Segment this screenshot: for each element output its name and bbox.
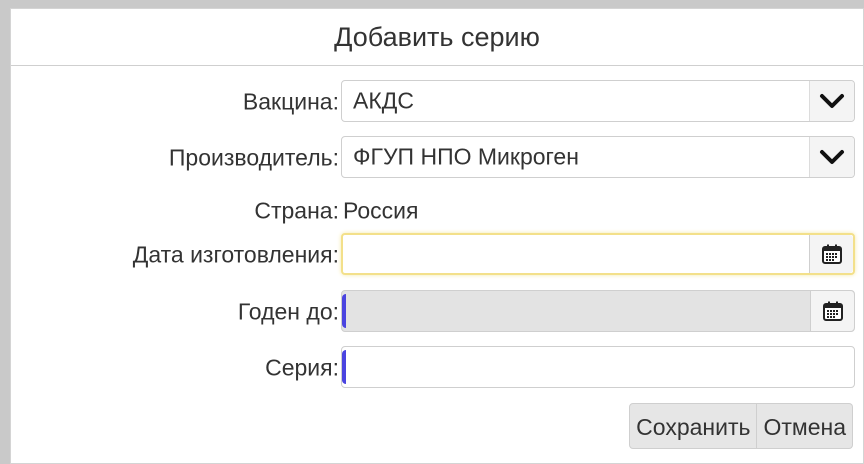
- expiry-date-label: Годен до:: [237, 298, 339, 325]
- calendar-icon[interactable]: [809, 235, 853, 273]
- manufacturer-value: ФГУП НПО Микроген: [353, 143, 579, 170]
- add-series-dialog: Добавить серию Вакцина: АКДС Производите…: [10, 8, 864, 464]
- required-marker: [342, 350, 346, 384]
- vaccine-select[interactable]: АКДС: [341, 80, 855, 122]
- country-row: Страна: Россия: [11, 189, 864, 233]
- chevron-down-icon[interactable]: [809, 137, 854, 177]
- manufacturer-row: Производитель: ФГУП НПО Микроген: [11, 136, 864, 180]
- cancel-button[interactable]: Отмена: [757, 403, 853, 449]
- manufacture-date-row: Дата изготовления:: [11, 233, 864, 277]
- vaccine-value: АКДС: [353, 87, 414, 114]
- manufacturer-select[interactable]: ФГУП НПО Микроген: [341, 136, 855, 178]
- calendar-icon[interactable]: [810, 291, 854, 331]
- series-row: Серия:: [11, 346, 864, 390]
- manufacture-date-input[interactable]: [341, 233, 855, 275]
- vaccine-row: Вакцина: АКДС: [11, 80, 864, 124]
- country-value: Россия: [343, 197, 419, 224]
- series-input[interactable]: [341, 346, 855, 388]
- dialog-title: Добавить серию: [11, 9, 863, 66]
- required-marker: [342, 294, 346, 328]
- expiry-date-row: Годен до:: [11, 290, 864, 334]
- manufacturer-label: Производитель:: [168, 144, 339, 171]
- expiry-date-input[interactable]: [341, 290, 855, 332]
- save-button[interactable]: Сохранить: [629, 403, 758, 449]
- vaccine-label: Вакцина:: [242, 88, 339, 115]
- dialog-buttons: Сохранить Отмена: [629, 403, 853, 449]
- manufacture-date-label: Дата изготовления:: [132, 241, 339, 268]
- series-label: Серия:: [265, 354, 339, 381]
- chevron-down-icon[interactable]: [809, 81, 854, 121]
- country-label: Страна:: [254, 197, 339, 224]
